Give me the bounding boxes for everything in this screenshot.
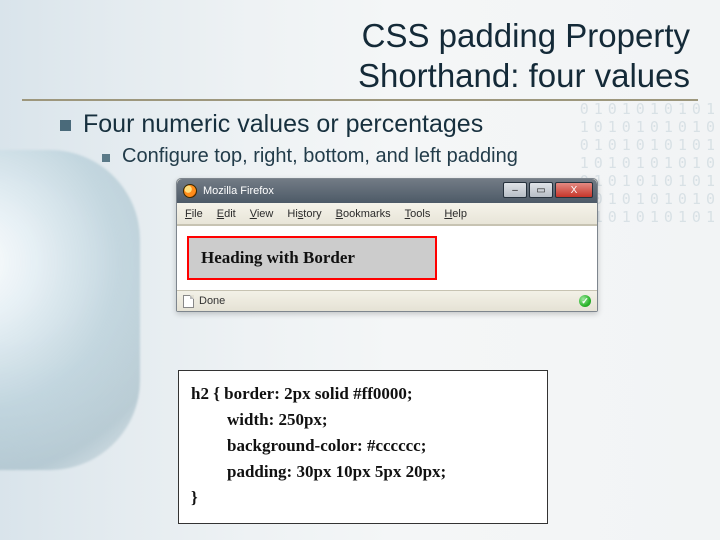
code-line-1: h2 { border: 2px solid #ff0000; (191, 381, 535, 407)
bullet-1-text: Four numeric values or percentages (83, 110, 483, 139)
bullet-2-text: Configure top, right, bottom, and left p… (122, 145, 518, 168)
maximize-button[interactable]: ▭ (529, 182, 553, 198)
bullet-level-2: Configure top, right, bottom, and left p… (102, 145, 690, 168)
browser-statusbar: Done ✓ (177, 291, 597, 311)
window-title: Mozilla Firefox (203, 185, 274, 197)
slide-title: CSS padding Property Shorthand: four val… (358, 16, 690, 96)
browser-viewport: Heading with Border (177, 225, 597, 291)
code-line-2: width: 250px; (191, 407, 535, 433)
menu-bookmarks[interactable]: Bookmarks (336, 208, 391, 220)
browser-window: Mozilla Firefox – ▭ X File Edit View His… (176, 178, 598, 312)
menu-edit[interactable]: Edit (217, 208, 236, 220)
title-line-1: CSS padding Property (362, 17, 690, 54)
browser-menubar: File Edit View History Bookmarks Tools H… (177, 203, 597, 225)
bullet-square-icon (60, 120, 71, 131)
close-button[interactable]: X (555, 182, 593, 198)
code-line-3: background-color: #cccccc; (191, 433, 535, 459)
code-line-5: } (191, 485, 535, 511)
accent-blob (0, 150, 140, 470)
bullet-square-icon (102, 154, 110, 162)
menu-history[interactable]: History (287, 208, 321, 220)
menu-help[interactable]: Help (444, 208, 467, 220)
rendered-heading: Heading with Border (187, 236, 437, 280)
title-divider (22, 99, 698, 101)
code-line-4: padding: 30px 10px 5px 20px; (191, 459, 535, 485)
title-line-2: Shorthand: four values (358, 57, 690, 94)
content-area: Four numeric values or percentages Confi… (60, 110, 690, 168)
bullet-level-1: Four numeric values or percentages (60, 110, 690, 139)
firefox-icon (183, 184, 197, 198)
code-example: h2 { border: 2px solid #ff0000; width: 2… (178, 370, 548, 524)
status-text: Done (199, 295, 225, 307)
menu-file[interactable]: File (185, 208, 203, 220)
menu-view[interactable]: View (250, 208, 274, 220)
menu-tools[interactable]: Tools (405, 208, 431, 220)
status-ok-icon: ✓ (579, 295, 591, 307)
window-controls: – ▭ X (503, 182, 593, 198)
minimize-button[interactable]: – (503, 182, 527, 198)
document-icon (183, 295, 194, 308)
window-titlebar[interactable]: Mozilla Firefox – ▭ X (177, 179, 597, 203)
